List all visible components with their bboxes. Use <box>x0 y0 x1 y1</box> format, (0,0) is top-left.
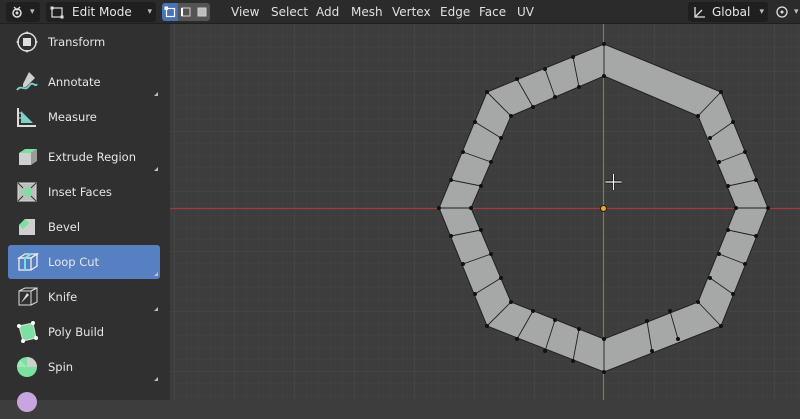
tool-label: Knife <box>48 290 78 304</box>
tool-label: Annotate <box>48 75 101 89</box>
loop-cut-icon <box>14 249 40 275</box>
extrude-icon <box>14 144 40 170</box>
edge-select-icon[interactable] <box>178 3 194 21</box>
transform-icon <box>14 29 40 55</box>
orientation-label: Global <box>712 5 751 19</box>
tool-measure[interactable]: Measure <box>8 100 160 134</box>
tool-label: Loop Cut <box>48 255 100 269</box>
menu-face[interactable]: Face <box>479 4 506 20</box>
submenu-corner-icon <box>154 307 158 311</box>
pivot-icon <box>776 6 788 18</box>
bevel-icon <box>14 214 40 240</box>
tool-inset-faces[interactable]: Inset Faces <box>8 175 160 209</box>
mode-label: Edit Mode <box>72 5 132 19</box>
tool-extrude-region[interactable]: Extrude Region <box>8 140 160 174</box>
tool-poly-build[interactable]: Poly Build <box>8 315 160 349</box>
chevron-down-icon: ▾ <box>30 7 35 17</box>
annotate-icon <box>14 69 40 95</box>
submenu-corner-icon <box>154 92 158 96</box>
tool-label: Extrude Region <box>48 150 136 164</box>
transform-orientation-dropdown[interactable]: Global ▾ <box>688 2 768 22</box>
inset-icon <box>14 179 40 205</box>
tool-shelf: Transform Annotate Measure Extrude Regio… <box>0 24 170 412</box>
measure-icon <box>14 104 40 130</box>
tool-knife[interactable]: Knife <box>8 280 160 314</box>
tool-label: Poly Build <box>48 325 105 339</box>
edit-mode-icon <box>50 6 64 19</box>
tool-spin[interactable]: Spin <box>8 350 160 384</box>
orientation-axes-icon <box>694 7 705 18</box>
spin-icon <box>14 354 40 380</box>
grid-major <box>170 24 800 400</box>
knife-icon <box>14 284 40 310</box>
tool-transform[interactable]: Transform <box>8 25 160 59</box>
tool-label: Transform <box>48 35 106 49</box>
poly-build-icon <box>14 319 40 345</box>
menu-edge[interactable]: Edge <box>440 4 470 20</box>
tool-bevel[interactable]: Bevel <box>8 210 160 244</box>
menu-view[interactable]: View <box>231 4 259 20</box>
chevron-down-icon: ▾ <box>794 7 799 17</box>
3d-viewport[interactable] <box>170 24 800 400</box>
menu-select[interactable]: Select <box>271 4 308 20</box>
vertex-select-icon[interactable] <box>162 3 178 21</box>
tool-label: Inset Faces <box>48 185 112 199</box>
menu-mesh[interactable]: Mesh <box>351 4 383 20</box>
tool-label: Measure <box>48 110 97 124</box>
submenu-corner-icon <box>154 272 158 276</box>
mode-dropdown[interactable]: Edit Mode ▾ <box>46 2 156 22</box>
smooth-icon <box>14 389 40 415</box>
editor-type-icon <box>12 6 22 18</box>
tool-label: Bevel <box>48 220 81 234</box>
menu-vertex[interactable]: Vertex <box>392 4 431 20</box>
submenu-corner-icon <box>154 167 158 171</box>
select-mode-group <box>162 3 210 21</box>
viewport-header: ▾ Edit Mode ▾ View Select Add Mesh Verte… <box>0 0 800 24</box>
tool-loop-cut[interactable]: Loop Cut <box>8 245 160 279</box>
object-origin <box>600 205 607 212</box>
chevron-down-icon: ▾ <box>147 7 152 17</box>
submenu-corner-icon <box>154 377 158 381</box>
tool-annotate[interactable]: Annotate <box>8 65 160 99</box>
tool-smooth-partial[interactable] <box>8 385 160 419</box>
tool-label: Spin <box>48 360 74 374</box>
viewport-canvas[interactable] <box>170 24 800 400</box>
menu-uv[interactable]: UV <box>517 4 534 20</box>
editor-type-dropdown[interactable]: ▾ <box>6 2 40 22</box>
chevron-down-icon: ▾ <box>759 7 764 17</box>
pivot-point-dropdown[interactable]: ▾ <box>774 2 800 22</box>
face-select-icon[interactable] <box>194 3 210 21</box>
menu-add[interactable]: Add <box>316 4 339 20</box>
